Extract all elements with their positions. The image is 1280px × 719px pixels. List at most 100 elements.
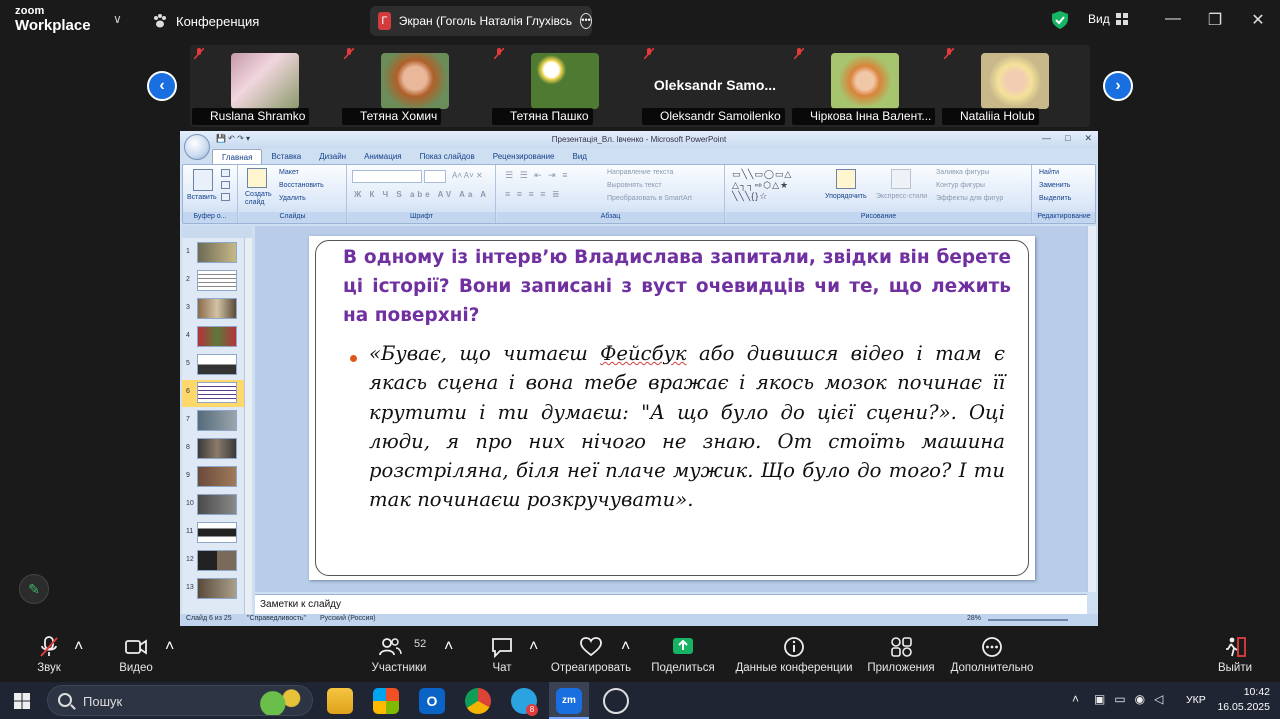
microsoft-store-icon[interactable] [373, 688, 399, 714]
share-button[interactable]: Поделиться [649, 628, 717, 682]
language-indicator[interactable]: Русский (Россия) [320, 615, 376, 622]
paste-label[interactable]: Вставить [187, 194, 217, 201]
tab-home[interactable]: Главная [212, 149, 263, 165]
smartart-button[interactable]: Преобразовать в SmartArt [607, 195, 692, 202]
keyboard-language[interactable]: УКР [1186, 694, 1206, 706]
new-slide-icon[interactable] [247, 168, 267, 188]
tab-insert[interactable]: Вставка [262, 149, 310, 165]
slide-thumbnail-selected[interactable]: 6 [182, 380, 244, 407]
notes-pane[interactable]: Заметки к слайду [255, 594, 1087, 614]
slide-thumbnail[interactable]: 8 [182, 436, 244, 463]
align-text-button[interactable]: Выровнять текст [607, 182, 662, 189]
chrome-icon[interactable] [465, 688, 491, 714]
participant-tile[interactable]: Nataliia Holub [940, 45, 1090, 127]
video-button[interactable]: Видео [112, 628, 160, 682]
close-icon[interactable]: ✕ [1248, 10, 1268, 30]
taskbar-search[interactable]: Пошук [47, 685, 313, 716]
font-name-field[interactable] [352, 170, 422, 183]
shape-outline-button[interactable]: Контур фигуры [936, 182, 985, 189]
editor-scrollbar[interactable] [1087, 226, 1096, 592]
slide-thumbnail[interactable]: 4 [182, 324, 244, 351]
slides-pane-scrollbar[interactable] [244, 238, 252, 614]
apps-button[interactable]: Приложения [864, 628, 938, 682]
file-explorer-icon[interactable] [327, 688, 353, 714]
find-button[interactable]: Найти [1039, 169, 1059, 176]
slide-thumbnail[interactable]: 11 [182, 520, 244, 547]
participant-tile[interactable]: Oleksandr Samo... Oleksandr Samoilenko [640, 45, 790, 127]
participant-tile[interactable]: Тетяна Пашко [490, 45, 640, 127]
tab-slideshow[interactable]: Показ слайдов [411, 149, 484, 165]
arrange-label[interactable]: Упорядочить [825, 193, 867, 200]
slide-thumbnail[interactable]: 7 [182, 408, 244, 435]
current-slide[interactable]: В одному із інтерв’ю Владислава запитали… [309, 236, 1035, 580]
shapes-gallery[interactable]: ▭╲╲▭◯▭△ △┐┐⇨⬡△★ ╲╲╲{}☆ [732, 169, 792, 202]
tab-review[interactable]: Рецензирование [484, 149, 564, 165]
chevron-down-icon[interactable]: ∨ [113, 12, 122, 26]
more-button[interactable]: Дополнительно [948, 628, 1036, 682]
slide-heading[interactable]: В одному із інтерв’ю Владислава запитали… [343, 243, 1011, 330]
slide-thumbnail[interactable]: 9 [182, 464, 244, 491]
list-icons[interactable]: ☰ ☰ ⇤ ⇥ ≡ [505, 170, 569, 181]
participant-tile[interactable]: Тетяна Хомич [340, 45, 490, 127]
system-clock[interactable]: 10:42 16.05.2025 [1216, 685, 1270, 715]
office-button[interactable] [184, 134, 210, 160]
ppt-restore-icon[interactable]: □ [1065, 133, 1070, 144]
meeting-label[interactable]: Конференция [152, 13, 259, 29]
tab-design[interactable]: Дизайн [310, 149, 355, 165]
zoom-level[interactable]: 28% [967, 615, 981, 622]
telegram-icon[interactable]: 8 [511, 688, 538, 716]
quick-styles-label[interactable]: Экспресс-стили [876, 193, 927, 200]
more-options-icon[interactable]: ••• [580, 13, 592, 29]
tab-animation[interactable]: Анимация [355, 149, 411, 165]
slide-thumbnail[interactable]: 3 [182, 296, 244, 323]
reset-button[interactable]: Восстановить [279, 182, 324, 189]
tab-view[interactable]: Вид [564, 149, 596, 165]
obs-icon[interactable] [603, 688, 629, 714]
gallery-prev-button[interactable]: ‹ [147, 71, 177, 101]
format-painter-icon[interactable] [221, 193, 230, 201]
arrange-icon[interactable] [836, 169, 856, 189]
chat-button[interactable]: Чат [482, 628, 522, 682]
slide-thumbnail[interactable]: 1 [182, 240, 244, 267]
quick-access-toolbar[interactable]: 💾 ↶ ↷ ▾ [216, 134, 250, 143]
annotate-pencil-icon[interactable]: ✎ [19, 574, 49, 604]
participants-button[interactable]: 52 Участники [362, 628, 436, 682]
copy-icon[interactable] [221, 181, 230, 189]
font-size-field[interactable] [424, 170, 446, 183]
delete-button[interactable]: Удалить [279, 195, 306, 202]
gallery-next-button[interactable]: › [1103, 71, 1133, 101]
windows-start-icon[interactable] [14, 693, 30, 709]
tray-icons[interactable]: ▣▭◉◁ [1094, 692, 1172, 706]
ppt-close-icon[interactable]: ✕ [1084, 133, 1092, 144]
select-button[interactable]: Выделить [1039, 195, 1071, 202]
zoom-slider[interactable] [988, 619, 1068, 621]
text-direction-button[interactable]: Направление текста [607, 169, 673, 176]
new-slide-label[interactable]: Создать слайд [245, 191, 275, 207]
slide-thumbnail[interactable]: 10 [182, 492, 244, 519]
outlook-icon[interactable]: O [419, 688, 445, 714]
minimize-icon[interactable]: — [1163, 10, 1183, 28]
slide-thumbnail[interactable]: 13 [182, 576, 244, 603]
meeting-info-button[interactable]: Данные конференции [734, 628, 854, 682]
slide-thumbnail[interactable]: 12 [182, 548, 244, 575]
grow-font-icon[interactable]: A˄ A˅ ✕ [452, 171, 483, 180]
zoom-taskbar-active[interactable]: zm [549, 682, 589, 719]
shape-fill-button[interactable]: Заливка фигуры [936, 169, 989, 176]
encryption-shield-icon[interactable] [1052, 11, 1068, 29]
participant-tile[interactable]: Ruslana Shramko [190, 45, 340, 127]
audio-button[interactable]: Звук [22, 628, 76, 682]
align-icons[interactable]: ≡ ≡ ≡ ≡ ≣ [505, 189, 562, 200]
slide-body[interactable]: «Буває, що читаєш Фейсбук або дивишся ві… [369, 339, 1005, 515]
paste-icon[interactable] [193, 169, 213, 191]
participant-tile[interactable]: Чіркова Інна Валент... [790, 45, 940, 127]
tray-overflow-icon[interactable]: ˄ [1072, 692, 1079, 706]
font-style-icons[interactable]: Ж К Ч S abe AV Aa A [354, 190, 489, 199]
quick-styles-icon[interactable] [891, 169, 911, 189]
pane-tabs[interactable] [182, 226, 252, 238]
leave-button[interactable]: Выйти [1212, 628, 1258, 682]
slide-thumbnail[interactable]: 5 [182, 352, 244, 379]
replace-button[interactable]: Заменить [1039, 182, 1070, 189]
view-button[interactable]: Вид [1088, 12, 1128, 26]
layout-button[interactable]: Макет [279, 169, 299, 176]
slide-thumbnail[interactable]: 2 [182, 268, 244, 295]
